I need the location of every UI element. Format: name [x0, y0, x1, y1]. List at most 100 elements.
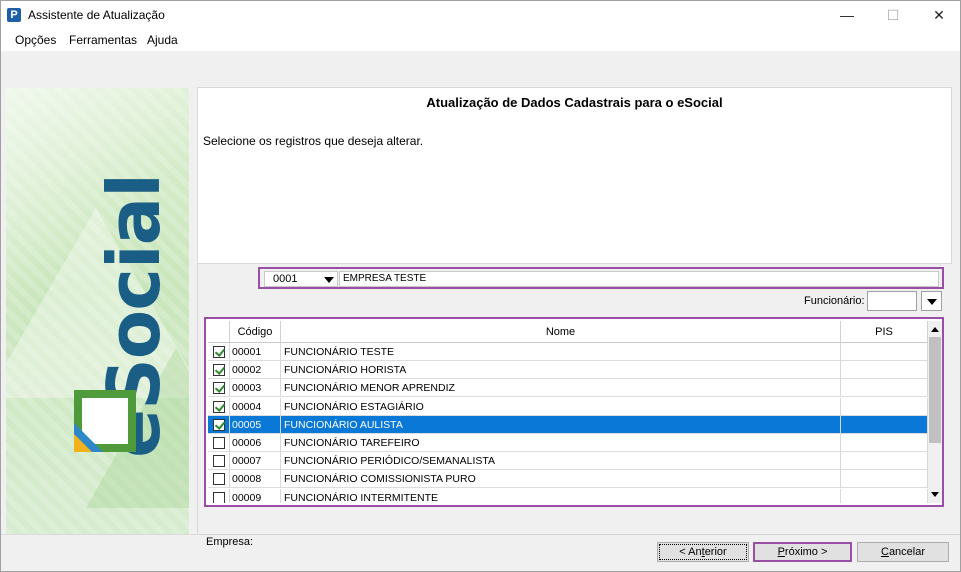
- title-bar: P Assistente de Atualização — ☐ ✕: [1, 1, 960, 29]
- row-pis: [841, 434, 928, 452]
- window-title: Assistente de Atualização: [28, 8, 165, 22]
- next-button-label: róximo >: [784, 546, 828, 558]
- row-check-cell: [208, 452, 230, 471]
- employee-grid-frame: Código Nome PIS 00001 FUNCIONÁRIO TESTE 00…: [204, 317, 944, 507]
- funcionario-dropdown-button[interactable]: [921, 291, 942, 311]
- header-codigo[interactable]: Código: [230, 321, 281, 343]
- previous-button-label-rest: erior: [704, 546, 727, 558]
- row-check-cell: [208, 470, 230, 489]
- menu-ajuda[interactable]: Ajuda: [147, 33, 178, 47]
- row-checkbox[interactable]: [213, 346, 225, 358]
- row-nome: FUNCIONÁRIO HORISTA: [281, 361, 841, 380]
- row-pis: [841, 488, 928, 503]
- content-header-panel: Atualização de Dados Cadastrais para o e…: [197, 87, 952, 264]
- table-row[interactable]: 00006 FUNCIONÁRIO TAREFEIRO: [208, 434, 928, 452]
- chevron-down-icon[interactable]: [324, 277, 334, 283]
- row-check-cell: [208, 379, 230, 398]
- esocial-logo-corner-yellow: [74, 434, 92, 452]
- row-codigo: 00004: [230, 397, 281, 416]
- cancel-button-label: ancelar: [888, 546, 926, 558]
- row-codigo: 00008: [230, 470, 281, 489]
- row-nome: FUNCIONÁRIO COMISSIONISTA PURO: [281, 470, 841, 489]
- row-pis: [841, 415, 928, 434]
- table-row[interactable]: 00002 FUNCIONÁRIO HORISTA: [208, 361, 928, 380]
- row-check-cell: [208, 488, 230, 503]
- next-button[interactable]: Próximo >: [753, 542, 852, 562]
- minimize-button[interactable]: —: [824, 1, 870, 29]
- row-codigo: 00002: [230, 361, 281, 380]
- table-row[interactable]: 00008 FUNCIONÁRIO COMISSIONISTA PURO: [208, 470, 928, 489]
- row-checkbox[interactable]: [213, 364, 225, 377]
- cancel-button[interactable]: Cancelar: [857, 542, 949, 562]
- table-row[interactable]: 00007 FUNCIONÁRIO PERIÓDICO/SEMANALISTA: [208, 452, 928, 471]
- table-row[interactable]: 00004 FUNCIONÁRIO ESTAGIÁRIO: [208, 397, 928, 416]
- app-icon: P: [7, 8, 21, 22]
- row-nome: FUNCIONÁRIO INTERMITENTE: [281, 488, 841, 503]
- grid-header: Código Nome PIS: [208, 321, 928, 343]
- row-codigo: 00006: [230, 434, 281, 452]
- previous-button-label: < An: [679, 546, 702, 558]
- row-codigo: 00007: [230, 452, 281, 471]
- footer-divider: [1, 534, 960, 535]
- row-codigo: 00005: [230, 415, 281, 434]
- table-row[interactable]: 00003 FUNCIONÁRIO MENOR APRENDIZ: [208, 379, 928, 398]
- cancel-button-mnemonic: C: [880, 546, 889, 558]
- funcionario-label: Funcionário:: [804, 295, 865, 307]
- close-button[interactable]: ✕: [916, 1, 960, 29]
- row-pis: [841, 470, 928, 489]
- funcionario-input[interactable]: [867, 291, 917, 311]
- empresa-name-field: EMPRESA TESTE: [339, 271, 939, 287]
- scroll-up-icon[interactable]: [931, 327, 939, 332]
- header-check-column: [208, 321, 230, 343]
- table-row[interactable]: 00009 FUNCIONÁRIO INTERMITENTE: [208, 488, 928, 503]
- row-nome: FUNCIONÁRIO AULISTA: [281, 415, 841, 434]
- scroll-thumb[interactable]: [929, 337, 941, 443]
- row-nome: FUNCIONÁRIO ESTAGIÁRIO: [281, 397, 841, 416]
- row-pis: [841, 343, 928, 361]
- table-row[interactable]: 00001 FUNCIONÁRIO TESTE: [208, 343, 928, 361]
- empresa-code-value: 0001: [273, 273, 298, 285]
- row-pis: [841, 361, 928, 380]
- row-checkbox[interactable]: [213, 473, 225, 486]
- row-check-cell: [208, 361, 230, 380]
- row-check-cell: [208, 343, 230, 361]
- menu-bar: Opções Ferramentas Ajuda: [1, 29, 960, 51]
- empresa-selector: 0001 EMPRESA TESTE: [258, 267, 944, 289]
- scroll-down-icon[interactable]: [931, 492, 939, 497]
- row-codigo: 00001: [230, 343, 281, 361]
- row-nome: FUNCIONÁRIO TESTE: [281, 343, 841, 361]
- row-pis: [841, 452, 928, 471]
- next-button-mnemonic: P: [777, 546, 785, 558]
- row-checkbox[interactable]: [213, 455, 225, 468]
- row-check-cell: [208, 397, 230, 416]
- row-check-cell: [208, 415, 230, 434]
- menu-ferramentas[interactable]: Ferramentas: [69, 33, 137, 47]
- row-nome: FUNCIONÁRIO PERIÓDICO/SEMANALISTA: [281, 452, 841, 471]
- row-nome: FUNCIONÁRIO MENOR APRENDIZ: [281, 379, 841, 398]
- instruction-text: Selecione os registros que deseja altera…: [203, 134, 424, 148]
- row-checkbox[interactable]: [213, 418, 225, 431]
- header-nome[interactable]: Nome: [281, 321, 841, 343]
- row-checkbox[interactable]: [213, 382, 225, 395]
- previous-button[interactable]: < Anterior: [657, 542, 749, 562]
- employee-grid: Código Nome PIS 00001 FUNCIONÁRIO TESTE 00…: [208, 321, 928, 503]
- maximize-button[interactable]: ☐: [870, 1, 916, 29]
- page-title: Atualização de Dados Cadastrais para o e…: [426, 95, 723, 110]
- header-pis[interactable]: PIS: [841, 321, 928, 343]
- chevron-down-icon: [927, 299, 937, 305]
- row-check-cell: [208, 434, 230, 452]
- row-pis: [841, 379, 928, 398]
- esocial-banner: eSocial: [6, 88, 189, 534]
- row-checkbox[interactable]: [213, 437, 225, 449]
- table-row[interactable]: 00005 FUNCIONÁRIO AULISTA: [208, 415, 928, 434]
- row-checkbox[interactable]: [213, 491, 225, 503]
- menu-opcoes[interactable]: Opções: [15, 33, 56, 47]
- app-window: P Assistente de Atualização — ☐ ✕ Opções…: [0, 0, 961, 572]
- row-nome: FUNCIONÁRIO TAREFEIRO: [281, 434, 841, 452]
- row-codigo: 00003: [230, 379, 281, 398]
- row-pis: [841, 397, 928, 416]
- row-checkbox[interactable]: [213, 400, 225, 413]
- empresa-code-dropdown[interactable]: 0001: [264, 271, 338, 287]
- grid-scrollbar[interactable]: [928, 321, 942, 503]
- empresa-label: Empresa:: [206, 536, 254, 548]
